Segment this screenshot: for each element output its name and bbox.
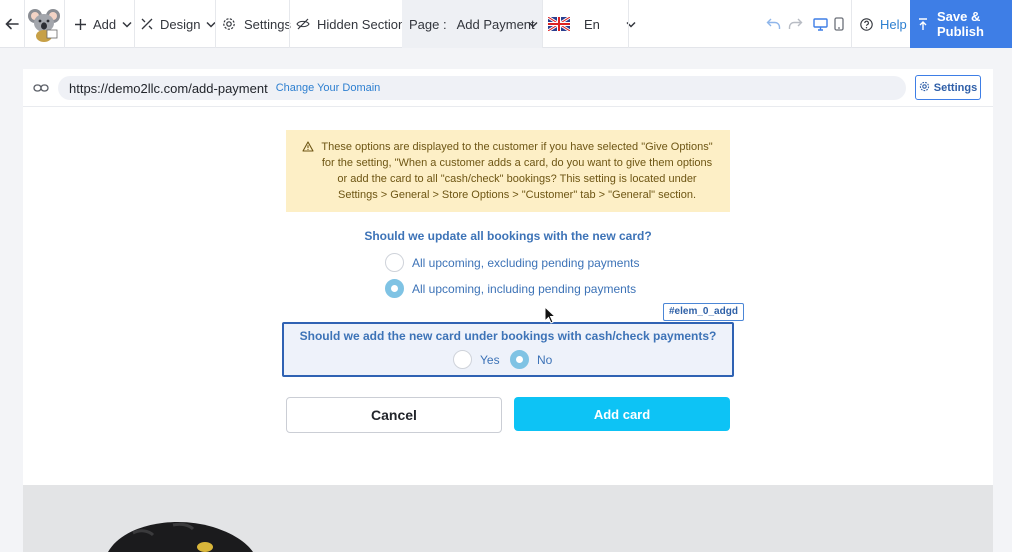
- back-arrow-icon: [5, 17, 19, 31]
- plus-icon: [74, 18, 87, 31]
- info-notice: These options are displayed to the custo…: [286, 130, 730, 212]
- undo-icon: [766, 18, 781, 30]
- gear-icon: [919, 81, 930, 95]
- radio-label: All upcoming, including pending payments: [412, 281, 637, 296]
- radio-option-no[interactable]: No: [510, 350, 552, 369]
- radio-label: Yes: [480, 352, 500, 367]
- settings-button[interactable]: Settings: [222, 0, 291, 48]
- radio-option-excluding-pending[interactable]: All upcoming, excluding pending payments: [385, 253, 639, 272]
- design-label: Design: [160, 16, 201, 32]
- add-label: Add: [93, 16, 117, 32]
- radio-button-selected[interactable]: [510, 350, 529, 369]
- help-button[interactable]: Help: [860, 0, 907, 48]
- redo-icon: [788, 18, 803, 30]
- selected-element-cash-check[interactable]: Should we add the new card under booking…: [282, 322, 734, 377]
- divider: [628, 0, 629, 48]
- cash-check-question: Should we add the new card under booking…: [299, 329, 717, 343]
- hidden-sections-label: Hidden Sections: [317, 16, 412, 32]
- back-button[interactable]: [0, 0, 24, 48]
- desktop-view-button[interactable]: [813, 0, 828, 48]
- radio-button-selected[interactable]: [385, 279, 404, 298]
- uk-flag-icon: [548, 17, 570, 31]
- chevron-down-icon: [122, 21, 132, 28]
- update-bookings-question: Should we update all bookings with the n…: [364, 229, 652, 243]
- desktop-icon: [813, 17, 828, 31]
- page-canvas: https://demo2llc.com/add-payment Change …: [23, 69, 993, 552]
- link-icon: [33, 81, 49, 99]
- url-field[interactable]: https://demo2llc.com/add-payment Change …: [58, 76, 906, 100]
- help-icon: [860, 17, 873, 31]
- mobile-icon: [834, 17, 844, 31]
- language-label: En: [584, 16, 600, 32]
- add-card-button[interactable]: Add card: [514, 397, 730, 431]
- page-url: https://demo2llc.com/add-payment: [69, 80, 268, 96]
- divider: [215, 0, 216, 48]
- hidden-sections-button[interactable]: Hidden Sections: [296, 0, 412, 48]
- eye-slash-icon: [296, 18, 310, 30]
- divider: [542, 0, 543, 48]
- cancel-button[interactable]: Cancel: [286, 397, 502, 433]
- divider: [134, 0, 135, 48]
- redo-button[interactable]: [788, 0, 803, 48]
- divider: [64, 0, 65, 48]
- help-label: Help: [880, 16, 907, 32]
- add-menu[interactable]: Add: [74, 0, 132, 48]
- design-menu[interactable]: Design: [140, 0, 216, 48]
- chevron-down-icon: [528, 21, 538, 28]
- divider: [289, 0, 290, 48]
- undo-button[interactable]: [766, 0, 781, 48]
- page-settings-label: Settings: [933, 81, 978, 94]
- koala-logo[interactable]: [24, 0, 64, 48]
- selected-element-id-tag: #elem_0_adgd: [663, 303, 744, 321]
- divider: [851, 0, 852, 48]
- gear-icon: [222, 17, 236, 31]
- page-name: Add Payment: [456, 16, 535, 32]
- mobile-view-button[interactable]: [834, 0, 844, 48]
- mouse-cursor-icon: [544, 305, 557, 329]
- warning-icon: [302, 141, 314, 157]
- language-selector[interactable]: En: [548, 0, 636, 48]
- radio-button[interactable]: [385, 253, 404, 272]
- page-settings-button[interactable]: Settings: [915, 75, 981, 100]
- editor-toolbar: Add Design Settings Hidden Sections Page…: [0, 0, 1012, 48]
- change-domain-link[interactable]: Change Your Domain: [276, 82, 381, 94]
- page-prefix: Page :: [409, 16, 447, 32]
- design-tools-icon: [140, 17, 154, 31]
- url-bar: https://demo2llc.com/add-payment Change …: [23, 69, 993, 107]
- radio-option-yes[interactable]: Yes: [453, 350, 500, 369]
- save-publish-label: Save & Publish: [937, 9, 984, 39]
- settings-label: Settings: [244, 16, 291, 32]
- radio-option-including-pending[interactable]: All upcoming, including pending payments: [385, 279, 636, 298]
- notice-text: These options are displayed to the custo…: [321, 141, 713, 201]
- footer-image: [23, 485, 993, 552]
- page-selector[interactable]: Page : Add Payment: [402, 0, 542, 48]
- radio-label: All upcoming, excluding pending payments: [412, 255, 640, 270]
- radio-button[interactable]: [453, 350, 472, 369]
- upload-icon: [918, 17, 928, 31]
- radio-label: No: [537, 352, 553, 367]
- save-publish-button[interactable]: Save & Publish: [910, 0, 1012, 48]
